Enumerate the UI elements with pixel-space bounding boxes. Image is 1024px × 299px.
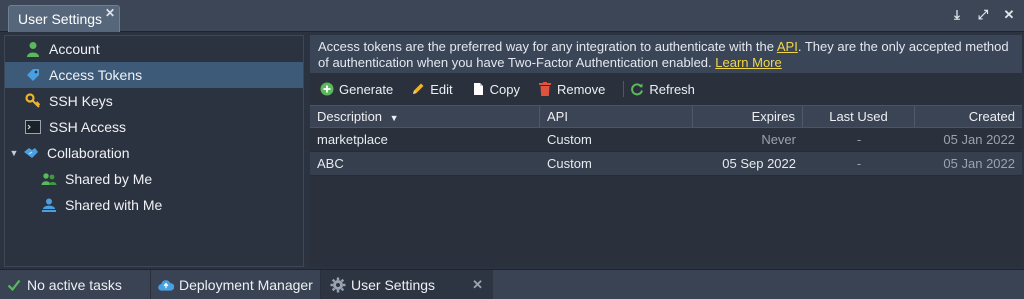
users-icon xyxy=(41,171,57,187)
table-row[interactable]: ABC Custom 05 Sep 2022 - 05 Jan 2022 xyxy=(310,152,1022,176)
column-header-expires[interactable]: Expires xyxy=(693,106,803,127)
task-status[interactable]: No active tasks xyxy=(6,270,122,299)
refresh-icon xyxy=(630,82,644,96)
user-share-icon xyxy=(41,197,57,213)
plus-circle-icon xyxy=(320,82,334,96)
pencil-icon xyxy=(411,82,425,96)
gear-icon xyxy=(330,277,346,293)
taskbar-divider xyxy=(150,270,151,299)
table-row[interactable]: marketplace Custom Never - 05 Jan 2022 xyxy=(310,128,1022,152)
tag-icon xyxy=(25,67,41,83)
sidebar-item-label: Shared by Me xyxy=(65,171,153,187)
column-header-description[interactable]: Description ▼ xyxy=(310,106,540,127)
cell-description: marketplace xyxy=(317,132,388,147)
sidebar-item-label: Shared with Me xyxy=(65,197,163,213)
copy-button[interactable]: Copy xyxy=(471,82,520,97)
edit-button[interactable]: Edit xyxy=(411,81,453,97)
close-icon[interactable]: ✕ xyxy=(472,277,483,293)
task-deployment-manager[interactable]: Deployment Manager xyxy=(158,270,321,299)
sidebar-item-label: Collaboration xyxy=(47,145,130,161)
column-label: Description xyxy=(317,109,383,124)
access-tokens-panel: Access tokens are the preferred way for … xyxy=(310,35,1022,267)
remove-label: Remove xyxy=(556,81,606,97)
handshake-icon xyxy=(23,145,39,161)
generate-label: Generate xyxy=(339,81,394,97)
task-bar: No active tasks Deployment Manager User … xyxy=(0,269,1024,299)
check-icon xyxy=(6,277,22,293)
column-header-last-used[interactable]: Last Used xyxy=(803,106,915,127)
edit-label: Edit xyxy=(430,81,453,97)
tab-title: User Settings xyxy=(18,11,103,27)
cell-created: 05 Jan 2022 xyxy=(943,132,1015,147)
cell-api: Custom xyxy=(547,156,592,171)
key-icon xyxy=(25,93,41,109)
column-header-api[interactable]: API xyxy=(540,106,693,127)
window-controls: ⤓ ⤢ ✕ xyxy=(950,8,1016,22)
task-user-settings[interactable]: User Settings ✕ xyxy=(321,270,493,299)
sidebar-item-shared-by-me[interactable]: Shared by Me xyxy=(5,166,303,192)
sidebar-item-access-tokens[interactable]: Access Tokens xyxy=(5,62,303,88)
tokens-toolbar: Generate Edit Copy Remove Refresh xyxy=(310,76,1022,102)
settings-sidebar: Account Access Tokens SSH Keys SSH Acces… xyxy=(4,35,304,267)
sidebar-item-label: SSH Access xyxy=(49,119,127,135)
tab-close-icon[interactable]: ✕ xyxy=(105,6,115,20)
chevron-down-icon[interactable]: ▼ xyxy=(7,148,21,158)
column-header-created[interactable]: Created xyxy=(915,106,1022,127)
cloud-icon xyxy=(158,277,174,293)
info-banner: Access tokens are the preferred way for … xyxy=(310,35,1022,73)
toolbar-divider xyxy=(623,81,625,97)
learn-more-link[interactable]: Learn More xyxy=(715,55,781,70)
sidebar-item-shared-with-me[interactable]: Shared with Me xyxy=(5,192,303,218)
generate-button[interactable]: Generate xyxy=(320,82,393,97)
trash-icon xyxy=(538,82,552,96)
user-icon xyxy=(25,41,41,57)
close-icon[interactable]: ✕ xyxy=(1002,8,1016,22)
cell-last-used: - xyxy=(856,132,862,147)
cell-expires: 05 Sep 2022 xyxy=(722,156,796,171)
refresh-label: Refresh xyxy=(649,81,695,97)
expand-icon[interactable]: ⤢ xyxy=(976,8,990,22)
sidebar-item-ssh-access[interactable]: SSH Access xyxy=(5,114,303,140)
table-header: Description ▼ API Expires Last Used Crea… xyxy=(310,105,1022,128)
download-icon[interactable]: ⤓ xyxy=(950,8,964,22)
window-tab-strip: User Settings ✕ ⤓ ⤢ ✕ xyxy=(0,0,1024,32)
sidebar-item-label: Access Tokens xyxy=(49,67,143,83)
api-link[interactable]: API xyxy=(777,39,798,54)
cell-api: Custom xyxy=(547,132,592,147)
sidebar-item-label: Account xyxy=(49,41,100,57)
sidebar-item-collaboration[interactable]: ▼ Collaboration xyxy=(5,140,303,166)
cell-expires: Never xyxy=(761,132,796,147)
refresh-button[interactable]: Refresh xyxy=(630,82,695,97)
task-label: Deployment Manager xyxy=(179,277,313,293)
task-label: User Settings xyxy=(351,277,436,293)
copy-icon xyxy=(471,82,485,96)
task-status-label: No active tasks xyxy=(27,277,122,293)
tab-user-settings[interactable]: User Settings ✕ xyxy=(8,5,120,32)
cell-last-used: - xyxy=(856,156,862,171)
info-text: Access tokens are the preferred way for … xyxy=(318,39,777,54)
cell-created: 05 Jan 2022 xyxy=(943,156,1015,171)
terminal-icon xyxy=(25,119,41,135)
sort-desc-icon: ▼ xyxy=(389,113,399,123)
copy-label: Copy xyxy=(489,81,520,97)
remove-button[interactable]: Remove xyxy=(538,82,605,97)
cell-description: ABC xyxy=(317,156,344,171)
tokens-table: Description ▼ API Expires Last Used Crea… xyxy=(310,105,1022,176)
sidebar-item-ssh-keys[interactable]: SSH Keys xyxy=(5,88,303,114)
sidebar-item-account[interactable]: Account xyxy=(5,36,303,62)
sidebar-item-label: SSH Keys xyxy=(49,93,113,109)
